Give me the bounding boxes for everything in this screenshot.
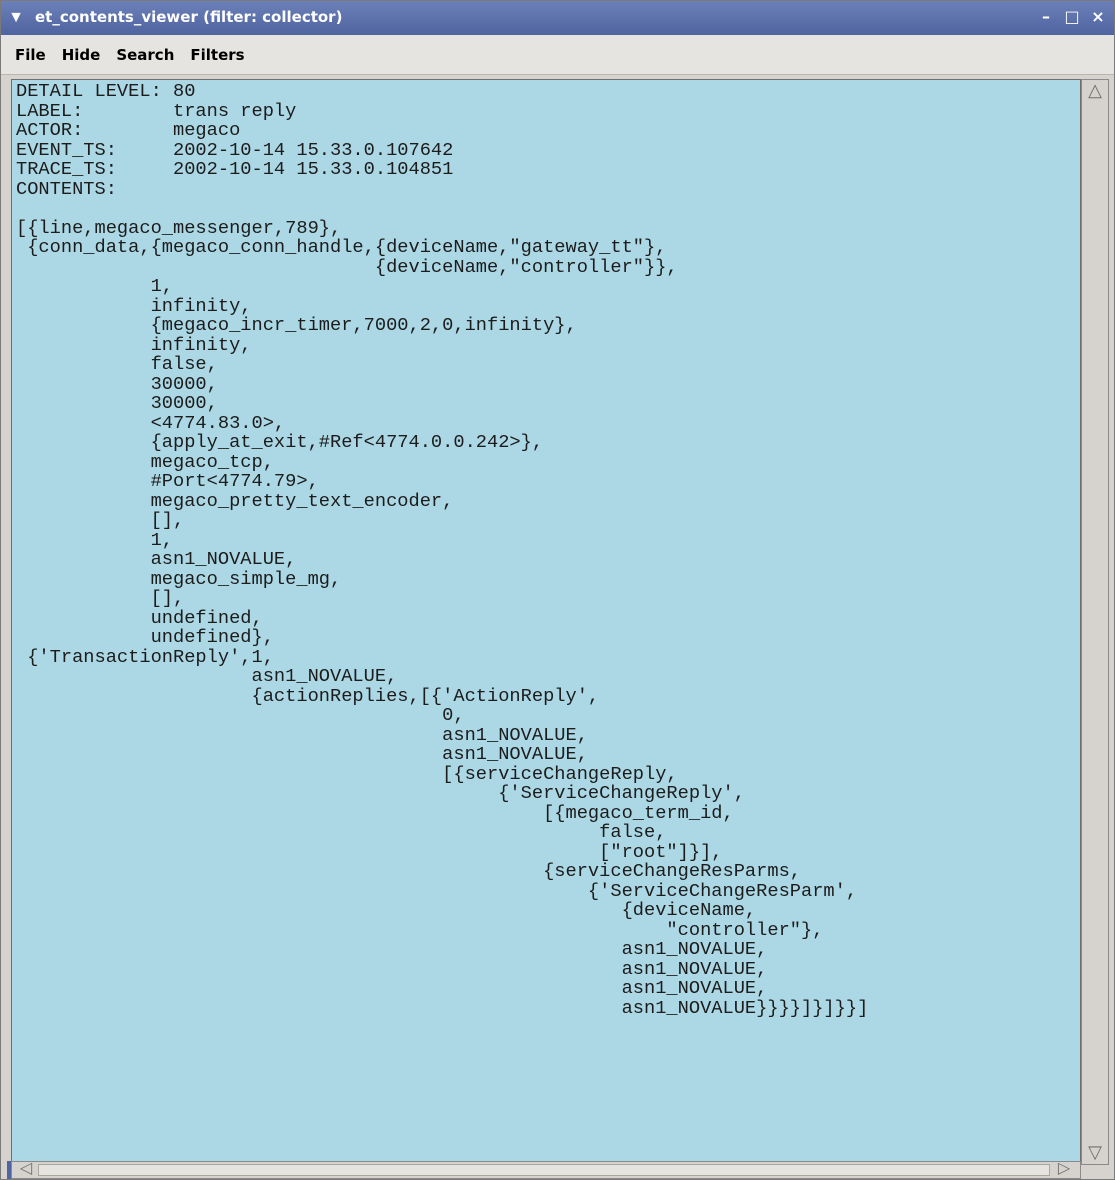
window-title: et_contents_viewer (filter: collector) bbox=[35, 8, 343, 26]
menu-bar: File Hide Search Filters bbox=[1, 35, 1114, 75]
scroll-right-icon[interactable]: ▷ bbox=[1054, 1160, 1074, 1178]
menu-search[interactable]: Search bbox=[116, 46, 174, 64]
scroll-left-icon[interactable]: ◁ bbox=[16, 1160, 36, 1178]
chevron-down-icon[interactable]: ▼ bbox=[5, 7, 27, 29]
close-icon[interactable]: × bbox=[1088, 7, 1108, 27]
scroll-up-icon[interactable]: △ bbox=[1085, 80, 1105, 100]
menu-file[interactable]: File bbox=[15, 46, 46, 64]
window-controls: – □ × bbox=[1036, 7, 1108, 29]
event-contents-text[interactable]: DETAIL LEVEL: 80 LABEL: trans reply ACTO… bbox=[11, 79, 1081, 1165]
maximize-icon[interactable]: □ bbox=[1062, 7, 1082, 27]
vertical-scrollbar[interactable]: △ ▽ bbox=[1081, 79, 1109, 1165]
scroll-thumb[interactable] bbox=[38, 1164, 1050, 1176]
horizontal-scrollbar[interactable]: ◁ ▷ bbox=[11, 1160, 1081, 1179]
menu-hide[interactable]: Hide bbox=[62, 46, 101, 64]
menu-filters[interactable]: Filters bbox=[190, 46, 244, 64]
scroll-down-icon[interactable]: ▽ bbox=[1085, 1142, 1105, 1162]
title-bar[interactable]: ▼ et_contents_viewer (filter: collector)… bbox=[1, 1, 1114, 35]
app-window: ▼ et_contents_viewer (filter: collector)… bbox=[0, 0, 1115, 1180]
minimize-icon[interactable]: – bbox=[1036, 7, 1056, 27]
event-text: DETAIL LEVEL: 80 LABEL: trans reply ACTO… bbox=[16, 80, 869, 1019]
